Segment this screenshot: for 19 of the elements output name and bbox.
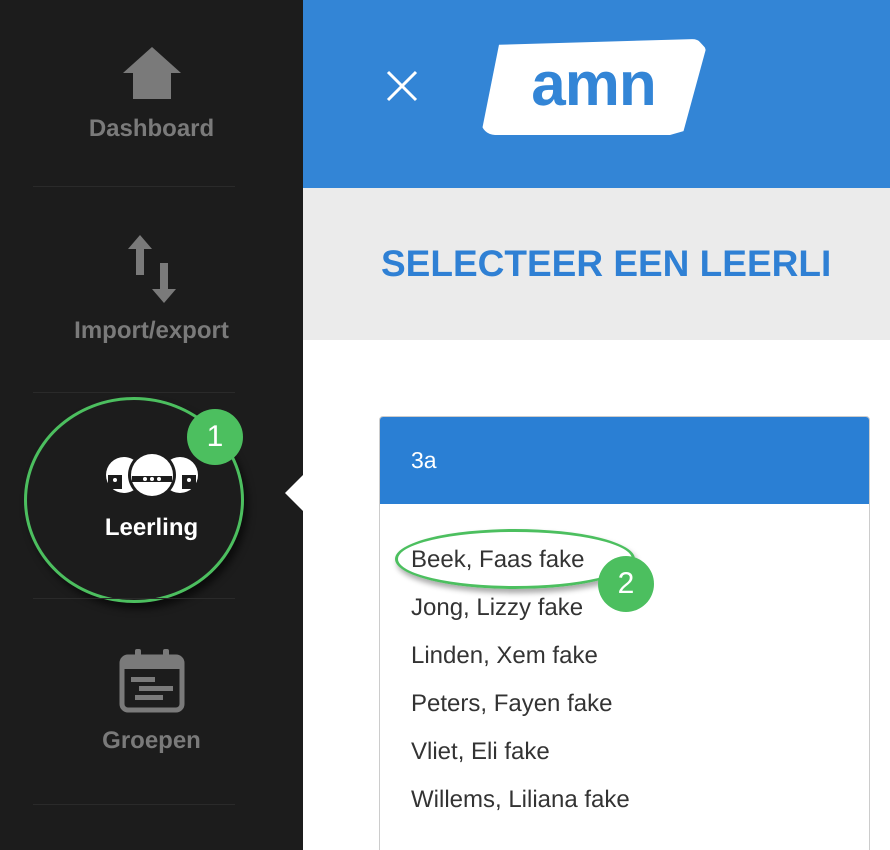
callout-badge: 2 <box>598 556 654 612</box>
student-name[interactable]: Peters, Fayen fake <box>411 689 612 719</box>
home-icon <box>120 44 182 100</box>
logo: amn <box>481 39 706 135</box>
student-name[interactable]: Vliet, Eli fake <box>411 737 550 767</box>
sidebar-item[interactable]: Dashboard <box>0 0 303 187</box>
sidebar-item[interactable]: 1 Leerling <box>0 393 303 599</box>
close-button[interactable] <box>385 69 419 103</box>
student-name[interactable]: Linden, Xem fake <box>411 641 598 671</box>
student-name[interactable]: Willems, Liliana fake <box>411 785 630 815</box>
group-title: 3a <box>411 447 437 474</box>
page-title: SELECTEER EEN LEERLI <box>381 243 832 285</box>
calendar-icon <box>118 649 184 713</box>
student-name[interactable]: Beek, Faas fake <box>411 545 584 575</box>
up-down-arrows-icon <box>126 235 178 303</box>
student-name[interactable]: Jong, Lizzy fake <box>411 593 584 623</box>
sidebar-item[interactable]: Groepen <box>0 599 303 805</box>
sidebar-item[interactable]: Import/export <box>0 187 303 393</box>
callout-badge: 1 <box>187 409 243 465</box>
